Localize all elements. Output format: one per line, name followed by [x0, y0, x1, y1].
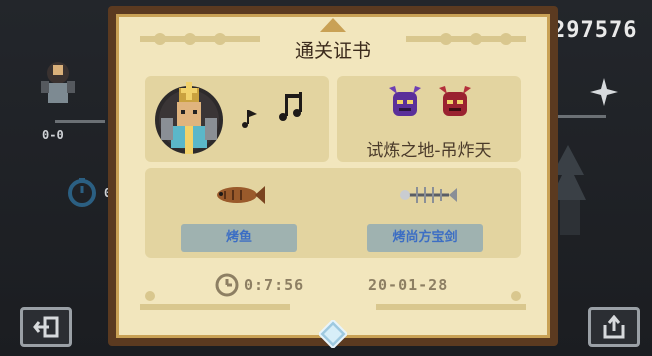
diamond-gem-icon [319, 320, 347, 348]
priestess-character-icon [155, 82, 223, 154]
reward-label-fish-sword: 烤尚方宝剑 [367, 224, 483, 252]
exit-button[interactable] [20, 307, 72, 347]
purple-demon-icon [389, 86, 421, 116]
title-plate: 通关证书 [268, 36, 398, 66]
score-text: 297576 [552, 18, 638, 43]
stage-name: 试炼之地-吊炸天 [366, 141, 492, 161]
hud-divider [55, 120, 105, 123]
certificate-title: 通关证书 [294, 40, 371, 62]
reward-label-roasted-fish: 烤鱼 [181, 224, 297, 252]
hero-card [145, 76, 329, 162]
timer-clock-icon [68, 178, 96, 207]
share-button[interactable] [588, 307, 640, 347]
clear-time: 0:7:56 [244, 276, 305, 294]
roasted-fish-icon [217, 186, 265, 204]
clock-icon [215, 273, 239, 297]
sparkle-icon [590, 78, 618, 106]
fish-bone-sword-icon [400, 187, 457, 203]
clear-date: 20-01-28 [368, 276, 449, 294]
hud-divider-right [556, 115, 606, 118]
share-icon [603, 315, 625, 339]
stage-card: 试炼之地-吊炸天 [337, 76, 521, 162]
kill-count-text: 0-0 [42, 128, 64, 142]
red-demon-icon [439, 86, 471, 116]
clear-certificate-panel: 通关证书 试炼之地-吊炸天 烤鱼 烤尚方宝剑 0:7:56 20-01-28 [108, 6, 558, 348]
music-notes-icon [242, 92, 302, 128]
rewards-card: 烤鱼 烤尚方宝剑 [145, 168, 521, 258]
exit-door-icon [33, 316, 59, 338]
player-avatar-icon [41, 62, 75, 103]
